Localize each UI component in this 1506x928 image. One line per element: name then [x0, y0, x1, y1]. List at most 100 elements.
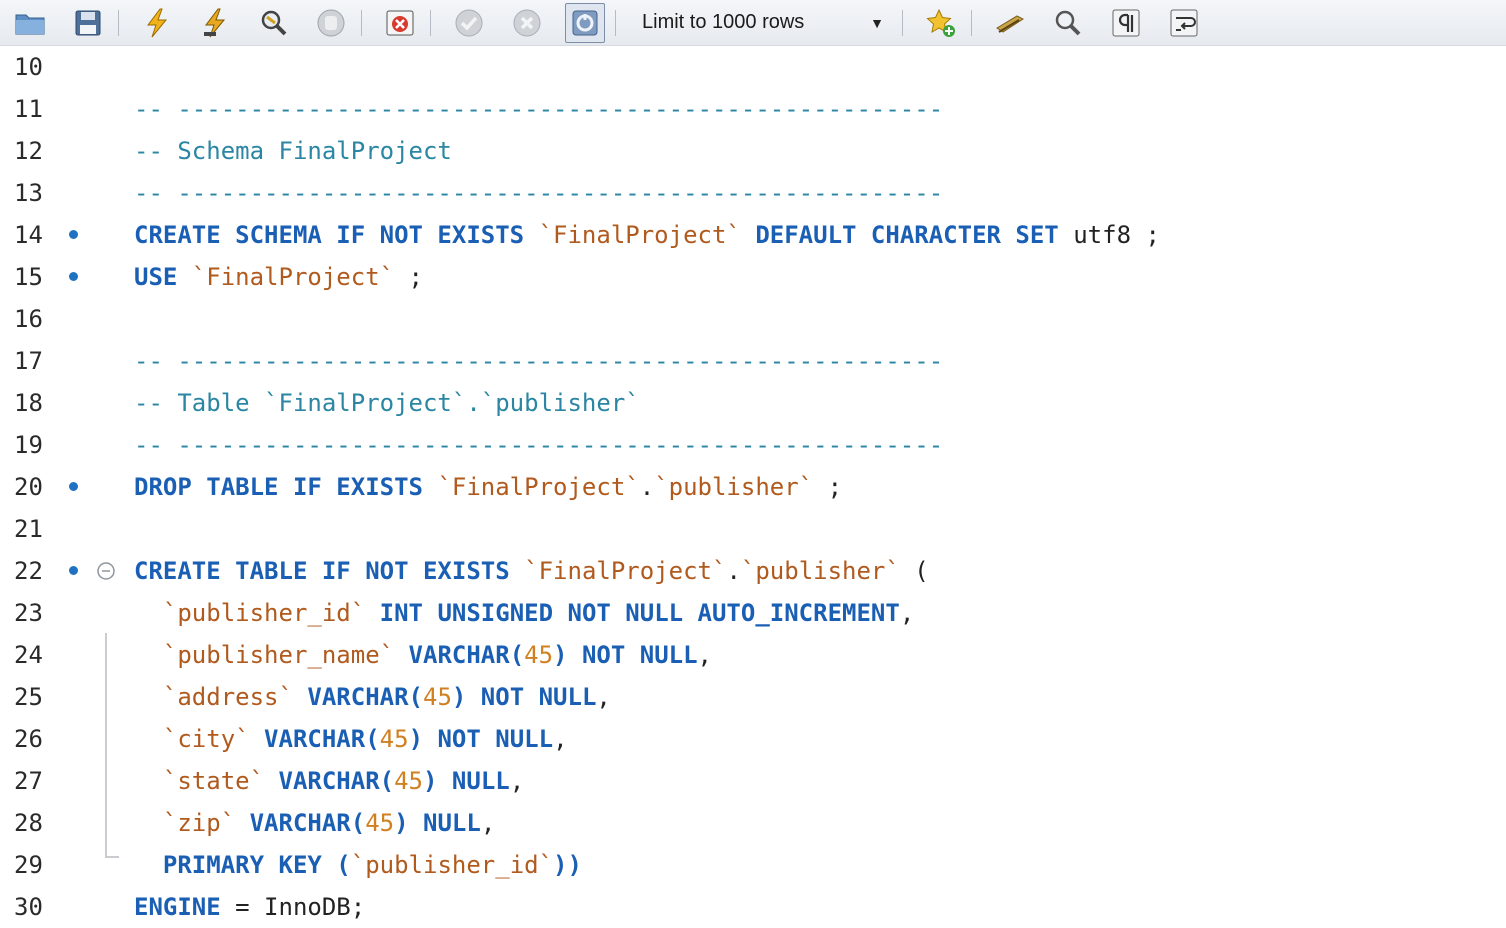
- code-line[interactable]: 19 -- -----------------------------------…: [0, 424, 1506, 466]
- code-token: .: [726, 557, 741, 585]
- code-text: PRIMARY KEY (`publisher_id`)): [134, 844, 582, 886]
- toolbar-separator: [361, 9, 362, 36]
- code-token: `FinalProject`: [191, 263, 395, 291]
- code-token: ENGINE: [134, 893, 236, 921]
- line-number: 13: [14, 179, 43, 207]
- code-token: -- Schema FinalProject: [134, 137, 452, 165]
- line-number: 16: [14, 305, 43, 333]
- line-number: 29: [14, 851, 43, 879]
- save-icon: [75, 10, 101, 35]
- code-line[interactable]: 12 -- Schema FinalProject: [0, 130, 1506, 172]
- code-line[interactable]: 22 CREATE TABLE IF NOT EXISTS `FinalProje…: [0, 550, 1506, 592]
- code-text: `publisher_name` VARCHAR(45) NOT NULL,: [134, 634, 712, 676]
- stop-button[interactable]: [311, 3, 351, 43]
- code-token: 45: [423, 683, 452, 711]
- line-number: 26: [14, 725, 43, 753]
- open-file-button[interactable]: [10, 3, 50, 43]
- code-token: VARCHAR(: [249, 725, 380, 753]
- code-line[interactable]: 28 `zip` VARCHAR(45) NULL,: [0, 802, 1506, 844]
- add-snippet-icon: [926, 8, 955, 37]
- find-button[interactable]: [1048, 3, 1088, 43]
- code-line[interactable]: 14 CREATE SCHEMA IF NOT EXISTS `FinalProj…: [0, 214, 1506, 256]
- code-text: `address` VARCHAR(45) NOT NULL,: [134, 676, 611, 718]
- code-line[interactable]: 23 `publisher_id` INT UNSIGNED NOT NULL …: [0, 592, 1506, 634]
- code-line[interactable]: 21: [0, 508, 1506, 550]
- code-line[interactable]: 16: [0, 298, 1506, 340]
- save-button[interactable]: [68, 3, 108, 43]
- code-token: `zip`: [162, 809, 236, 837]
- code-line[interactable]: 15 USE `FinalProject` ;: [0, 256, 1506, 298]
- code-line[interactable]: 30 ENGINE = InnoDB;: [0, 886, 1506, 928]
- fold-collapse-icon[interactable]: [96, 561, 116, 581]
- commit-button[interactable]: [449, 3, 489, 43]
- toggle-error-icon: [386, 10, 414, 35]
- code-token: `FinalProject`: [437, 473, 640, 501]
- code-token: ) NOT NULL: [408, 725, 554, 753]
- execute-button[interactable]: [137, 3, 177, 43]
- code-token: PRIMARY KEY (: [162, 851, 351, 879]
- toolbar-separator: [430, 9, 431, 36]
- invisible-chars-icon: [1112, 9, 1140, 36]
- code-token: )): [553, 851, 582, 879]
- code-line[interactable]: 29 PRIMARY KEY (`publisher_id`)): [0, 844, 1506, 886]
- code-line[interactable]: 11 -- -----------------------------------…: [0, 88, 1506, 130]
- line-number: 27: [14, 767, 43, 795]
- code-line[interactable]: 13 -- -----------------------------------…: [0, 172, 1506, 214]
- code-token: -- -------------------------------------…: [134, 431, 944, 459]
- code-token: INT UNSIGNED NOT NULL AUTO_INCREMENT: [365, 599, 900, 627]
- code-token: ,: [480, 809, 496, 837]
- autocommit-toggle[interactable]: [565, 2, 605, 43]
- code-line[interactable]: 18 -- Table `FinalProject`.`publisher`: [0, 382, 1506, 424]
- code-token: `address`: [162, 683, 293, 711]
- autocommit-icon: [572, 10, 598, 35]
- line-number: 18: [14, 389, 43, 417]
- code-token: -- -------------------------------------…: [134, 347, 944, 375]
- code-line[interactable]: 25 `address` VARCHAR(45) NOT NULL,: [0, 676, 1506, 718]
- line-number: 20: [14, 473, 43, 501]
- word-wrap-icon: [1170, 9, 1198, 36]
- commit-icon: [455, 9, 483, 36]
- execute-current-button[interactable]: [195, 3, 235, 43]
- code-token: DROP TABLE IF EXISTS: [134, 473, 438, 501]
- rollback-button[interactable]: [507, 3, 547, 43]
- statement-marker-icon: [69, 566, 78, 575]
- limit-rows-select[interactable]: Limit to 1000 rows ▼: [634, 6, 892, 40]
- code-token: ,: [596, 683, 611, 711]
- limit-rows-label: Limit to 1000 rows: [642, 11, 805, 33]
- code-text: CREATE SCHEMA IF NOT EXISTS `FinalProjec…: [134, 214, 1160, 256]
- code-token: ;: [813, 473, 843, 501]
- code-token: DEFAULT CHARACTER SET: [740, 221, 1074, 249]
- line-number: 23: [14, 599, 43, 627]
- code-line[interactable]: 27 `state` VARCHAR(45) NULL,: [0, 760, 1506, 802]
- toolbar-separator: [971, 9, 972, 36]
- code-token: 45: [379, 725, 409, 753]
- code-line[interactable]: 17 -- -----------------------------------…: [0, 340, 1506, 382]
- toolbar-separator: [902, 9, 903, 36]
- line-number: 15: [14, 263, 43, 291]
- statement-marker-icon: [69, 230, 78, 239]
- code-token: ) NOT NULL: [451, 683, 597, 711]
- code-token: CREATE SCHEMA IF NOT EXISTS: [134, 221, 539, 249]
- code-token: `city`: [162, 725, 250, 753]
- code-token: USE: [134, 263, 192, 291]
- explain-button[interactable]: [253, 3, 293, 43]
- code-token: ,: [697, 641, 712, 669]
- beautify-button[interactable]: [990, 3, 1030, 43]
- code-token: `publisher`: [654, 473, 814, 501]
- sql-editor[interactable]: 10 11 -- ---------------------------------…: [0, 46, 1506, 921]
- add-snippet-button[interactable]: [921, 3, 961, 43]
- explain-icon: [261, 10, 287, 35]
- code-line[interactable]: 20 DROP TABLE IF EXISTS `FinalProject`.`p…: [0, 466, 1506, 508]
- code-line[interactable]: 24 `publisher_name` VARCHAR(45) NOT NULL…: [0, 634, 1506, 676]
- toggle-error-button[interactable]: [380, 3, 420, 43]
- beautify-icon: [996, 14, 1025, 33]
- code-text: -- -------------------------------------…: [134, 88, 943, 130]
- word-wrap-button[interactable]: [1164, 3, 1204, 43]
- code-line[interactable]: 10: [0, 46, 1506, 88]
- code-line[interactable]: 26 `city` VARCHAR(45) NOT NULL,: [0, 718, 1506, 760]
- code-text: CREATE TABLE IF NOT EXISTS `FinalProject…: [134, 550, 929, 592]
- line-number: 22: [14, 557, 43, 585]
- invisible-chars-button[interactable]: [1106, 3, 1146, 43]
